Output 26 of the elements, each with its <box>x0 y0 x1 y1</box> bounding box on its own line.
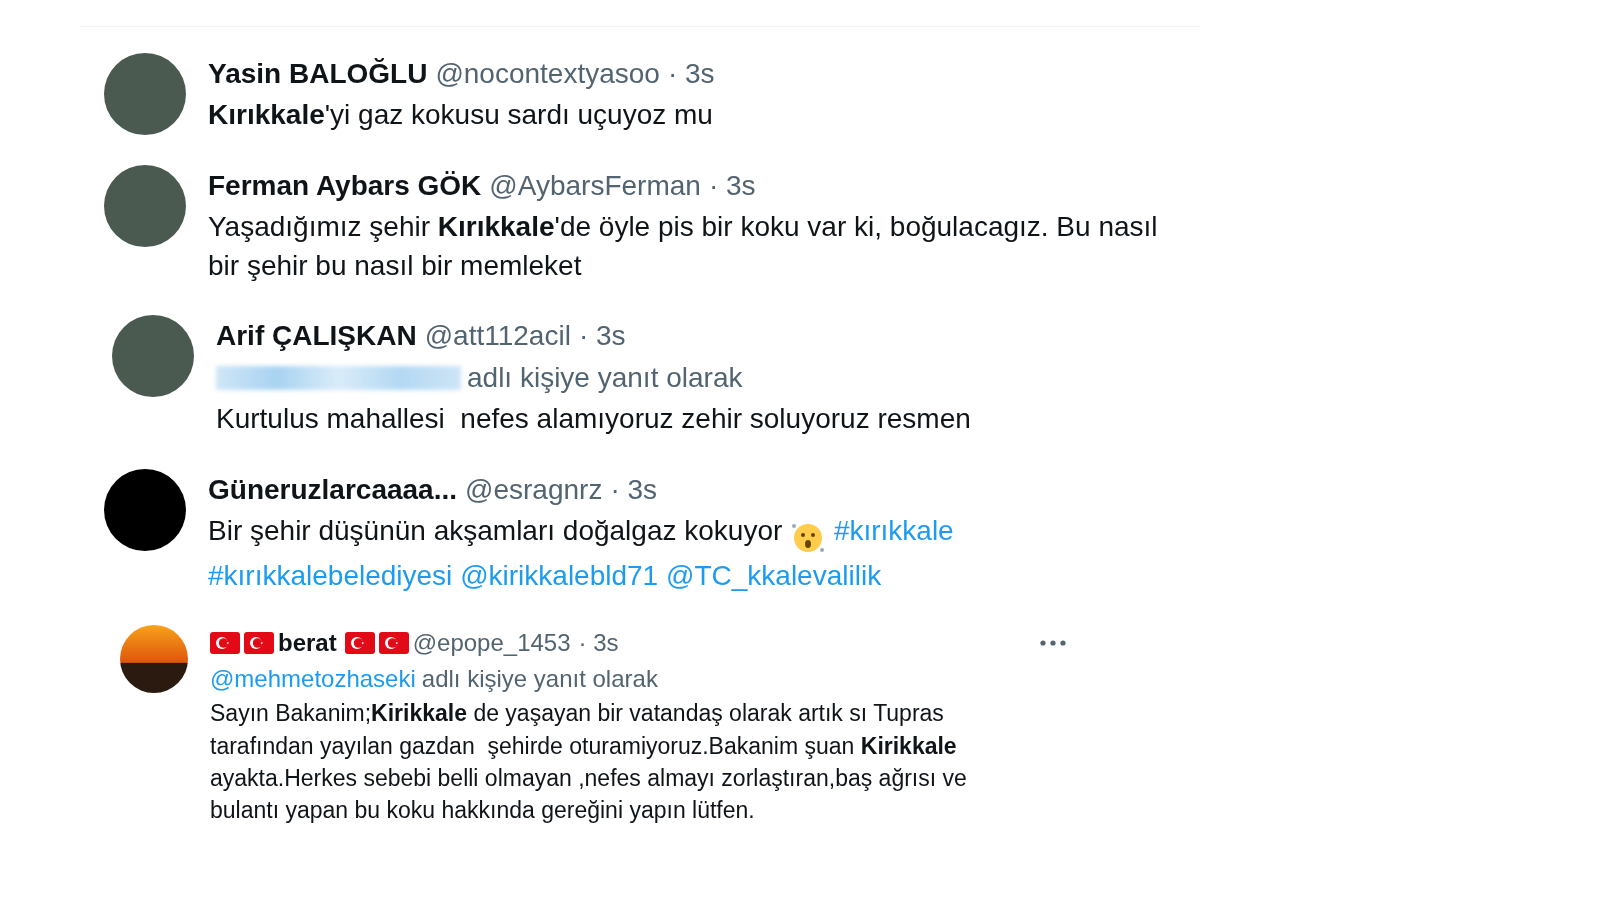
flag-icon <box>210 632 240 655</box>
tweet-text: Yaşadığımız şehir Kırıkkale'de öyle pis bir koku var ki, boğulacagız. Bu nasıl bir şehir bu nasıl bir memleket <box>208 210 1158 284</box>
timestamp[interactable]: · 3s <box>610 468 658 511</box>
tweet-text: Sayın Bakanim;Kirikkale de yaşayan bir vatandaş olarak artık sı Tupras tarafından yayılan gazdan şehirde oturamiyoruz.Bakanim şuan Kirikkale ayakta.Herkes sebebi belli olmayan ,nefes almayı zorlaştıran,baş ağrısı ve bulantı yapan bu koku hakkında gereğini yapın lütfen. <box>210 699 968 825</box>
tweet-text: Bir şehir düşünün akşamları doğalgaz kokuyor #kırıkkale #kırıkkalebelediyesi @kirikkalebld71 @TC_kkalevalilik <box>208 513 954 594</box>
timestamp[interactable]: · 3s <box>708 165 756 207</box>
user-handle[interactable]: @AybarsFerman <box>489 165 701 207</box>
timestamp[interactable]: · 3s <box>667 53 715 95</box>
user-handle[interactable]: @att112acil <box>424 315 571 358</box>
user-handle[interactable]: @esragnrz <box>465 468 603 511</box>
flag-icon <box>344 632 375 655</box>
user-handle[interactable]: @nocontextyasoo <box>435 53 660 95</box>
tweet-text: Kırıkkale'yi gaz kokusu sardı uçuyoz mu <box>208 98 714 132</box>
flag-icon <box>244 632 274 655</box>
timestamp[interactable]: · 3s <box>578 625 619 662</box>
display-name[interactable]: Ferman Aybars GÖK <box>208 165 482 207</box>
reply-label: adlı kişiye yanıt olarak <box>421 664 658 695</box>
display-name[interactable]: Yasin BALOĞLU <box>208 53 428 95</box>
tweet-text: Kurtulus mahallesi nefes alamıyoruz zehir soluyoruz resmen <box>216 402 971 437</box>
flag-icon <box>378 632 409 655</box>
display-name[interactable]: Güneruzlarcaaaa... <box>208 468 457 511</box>
timestamp[interactable]: · 3s <box>578 315 626 358</box>
reply-label: adlı kişiye yanıt olarak <box>467 361 743 396</box>
display-name[interactable]: berat <box>278 625 337 662</box>
display-name[interactable]: Arif ÇALIŞKAN <box>216 315 417 358</box>
user-handle[interactable]: @epope_1453 <box>412 625 571 662</box>
